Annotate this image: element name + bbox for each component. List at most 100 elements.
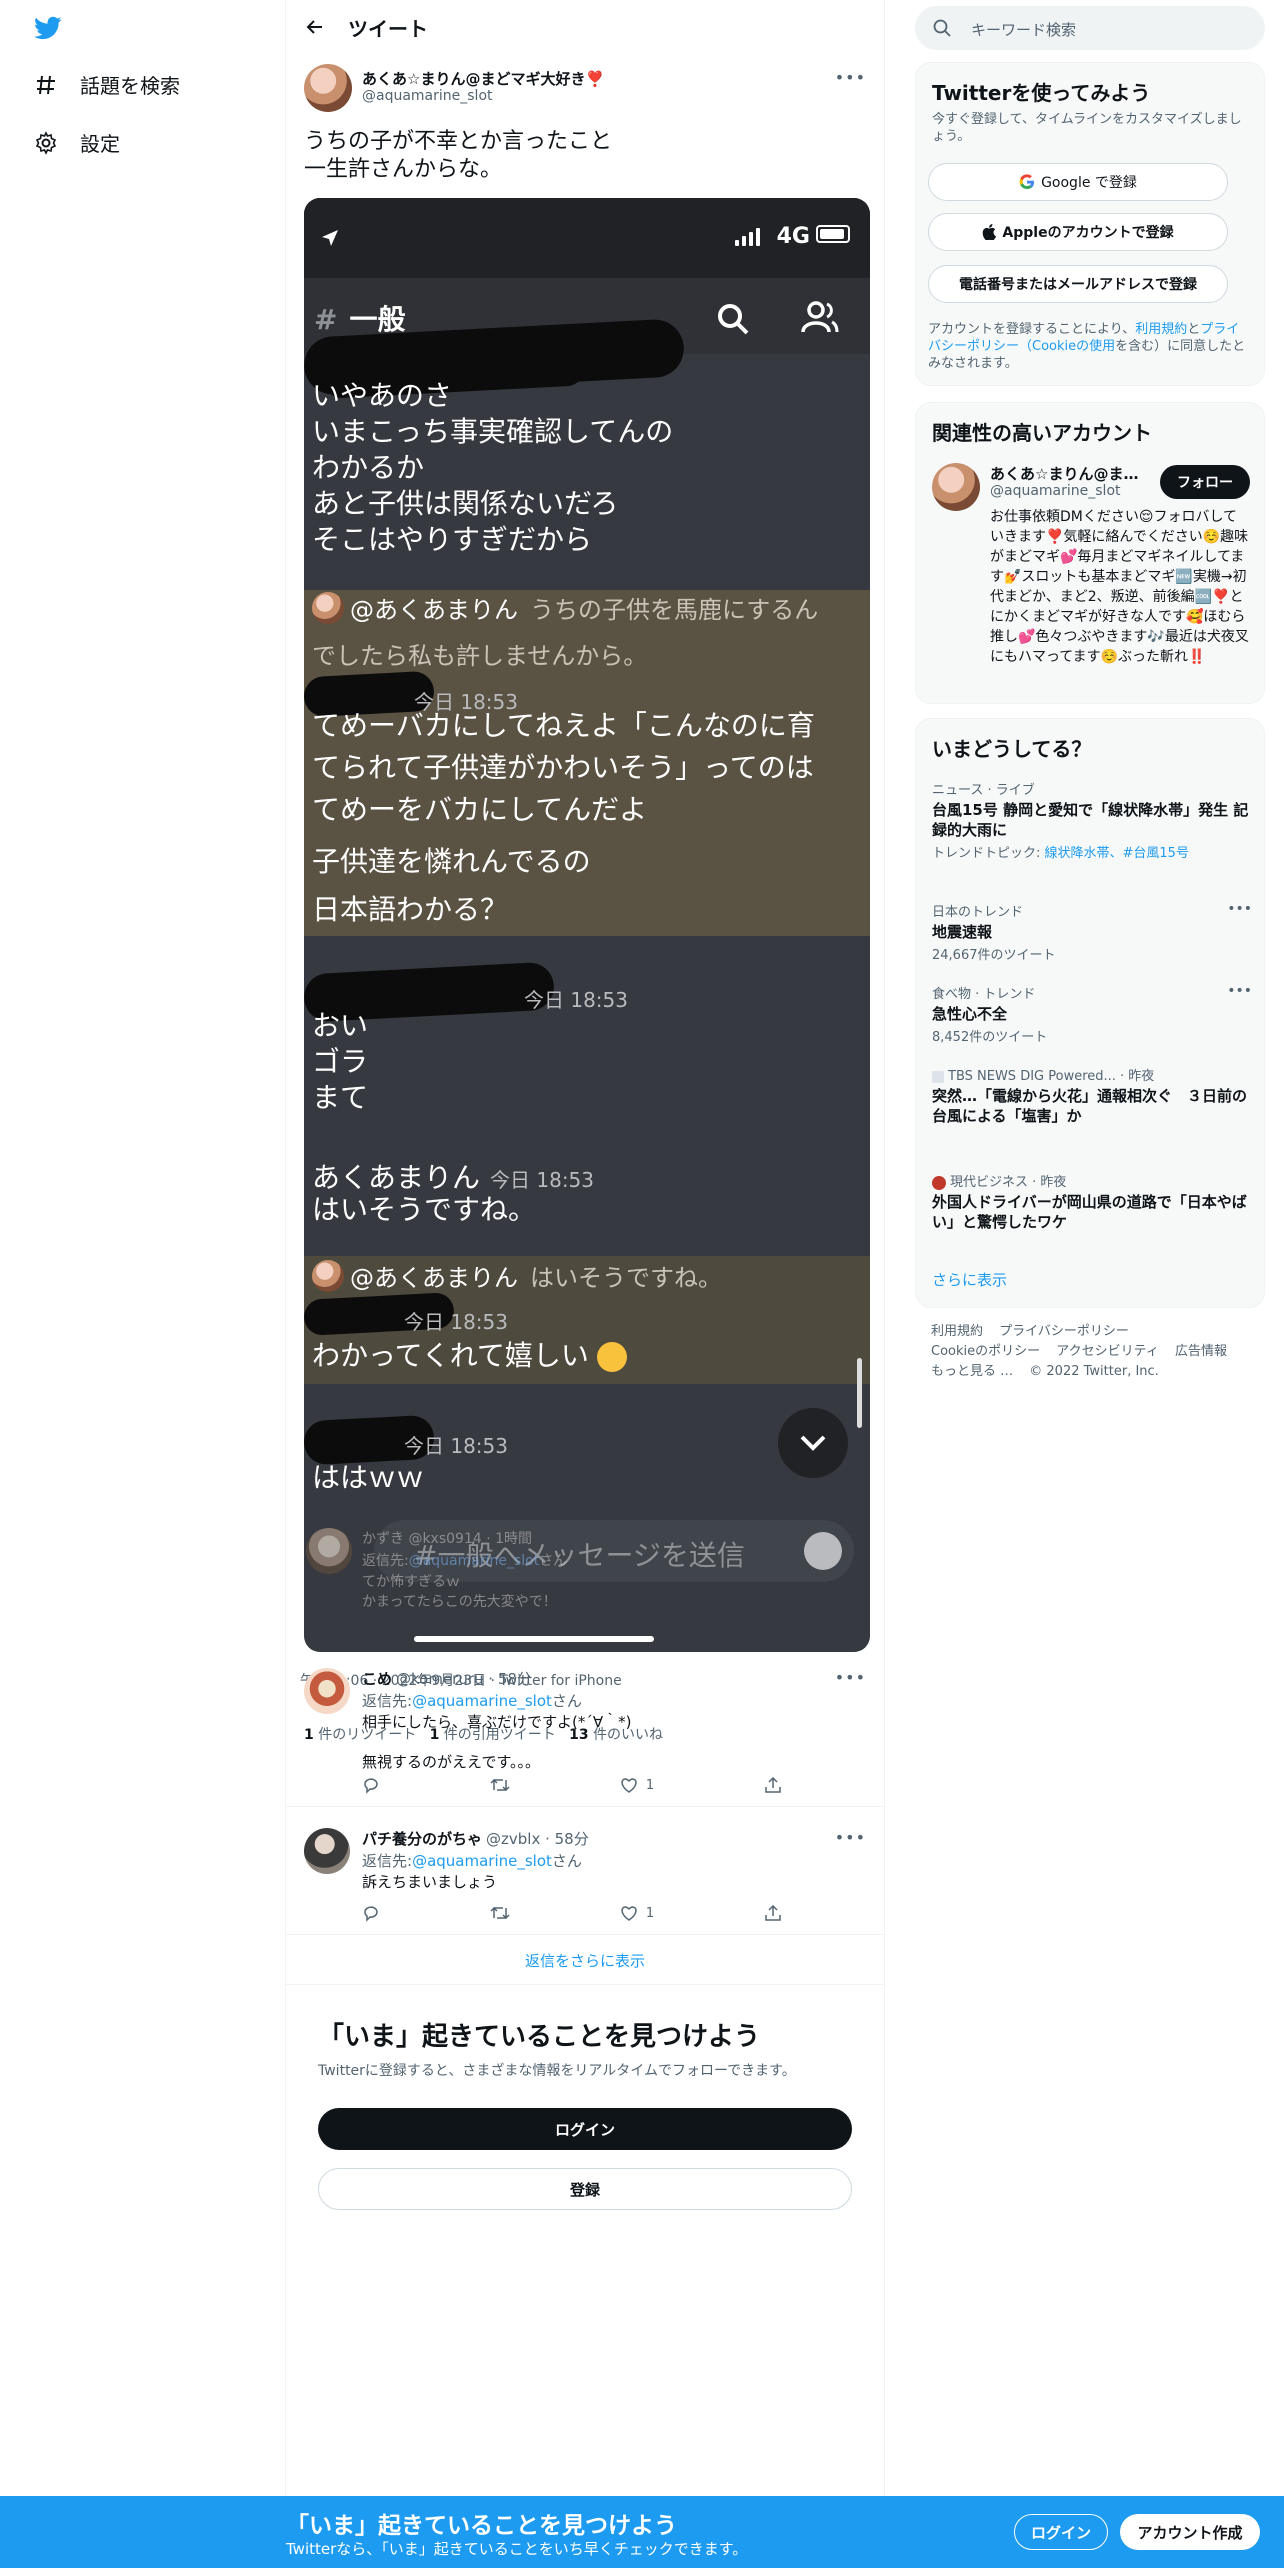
timestamp: 今日 18:53 bbox=[404, 1434, 508, 1458]
reply-to-link[interactable]: @aquamarine_slot bbox=[412, 1852, 552, 1870]
divider bbox=[286, 1934, 884, 1935]
trend-category: TBS NEWS DIG Powered... · 昨夜 bbox=[932, 1065, 1252, 1084]
footer-link[interactable]: 広告情報 bbox=[1175, 1344, 1227, 1359]
chat-line: はいそうですね。 bbox=[312, 1193, 537, 1226]
google-signup-label: Google で登録 bbox=[1041, 175, 1137, 191]
show-more-replies-link[interactable]: 返信をさらに表示 bbox=[286, 1950, 884, 1971]
terms-pre: アカウントを登録することにより、 bbox=[928, 322, 1136, 337]
reply-actions: 1 bbox=[362, 1904, 782, 1922]
google-signup-button[interactable]: Google で登録 bbox=[928, 163, 1228, 201]
terms-link[interactable]: 利用規約 bbox=[1135, 322, 1187, 337]
retweet-icon bbox=[490, 1778, 510, 1792]
author-username[interactable]: @aquamarine_slot bbox=[362, 88, 493, 104]
author-display-name[interactable]: あくあ☆まりん@まどマギ大好き❣️ bbox=[362, 68, 604, 89]
retweet-button[interactable] bbox=[490, 1904, 510, 1922]
signup-card-title: Twitterを使ってみよう bbox=[932, 81, 1151, 105]
reply-avatar[interactable] bbox=[304, 1828, 350, 1874]
apple-signup-button[interactable]: Appleのアカウントで登録 bbox=[928, 213, 1228, 251]
footer-link[interactable]: プライバシーポリシー bbox=[999, 1324, 1129, 1339]
retweet-button[interactable] bbox=[490, 1776, 510, 1794]
channel-hash-icon: # bbox=[314, 303, 338, 336]
main-column: ツイート あくあ☆まりん@まどマギ大好き❣️ @aquamarine_slot … bbox=[285, 0, 885, 2568]
back-arrow-icon[interactable] bbox=[300, 12, 330, 42]
trend-category: 現代ビジネス · 昨夜 bbox=[932, 1171, 1252, 1190]
tweet-media-image[interactable]: 4G # 一般 いやあのさ いまこっち事実確認してんの わかるか あと子供は関係な… bbox=[304, 198, 870, 1652]
discover-title: 「いま」起きていることを見つけよう bbox=[318, 2022, 761, 2052]
trend-item[interactable]: TBS NEWS DIG Powered... · 昨夜 突然…「電線から火花」… bbox=[932, 1065, 1252, 1126]
share-button[interactable] bbox=[764, 1904, 782, 1922]
reply-like-count: 1 bbox=[645, 1777, 655, 1793]
author-avatar[interactable] bbox=[304, 64, 352, 112]
bottom-signup-bar: 「いま」起きていることを見つけよう Twitterなら、「いま」起きていることを… bbox=[0, 2496, 1284, 2568]
members-icon bbox=[801, 301, 839, 333]
more-options-icon[interactable]: ••• bbox=[1227, 983, 1252, 999]
more-options-icon[interactable]: ••• bbox=[835, 1828, 866, 1847]
reply-to: 返信先:@aquamarine_slotさん bbox=[362, 1690, 582, 1711]
footer-link[interactable]: アクセシビリティ bbox=[1056, 1344, 1159, 1359]
ghost-reply-body: てか怖すぎるｗ かまってたらこの先大変やで！ bbox=[362, 1574, 557, 1610]
more-options-icon[interactable]: ••• bbox=[1227, 901, 1252, 917]
bottom-login-button[interactable]: ログイン bbox=[1014, 2514, 1108, 2550]
reply-to-link[interactable]: @aquamarine_slot bbox=[412, 1692, 552, 1710]
heart-icon bbox=[621, 1778, 637, 1793]
reply-handle: @zvblx · 58分 bbox=[486, 1830, 589, 1848]
twitter-bird-icon[interactable] bbox=[32, 14, 64, 42]
trend-item[interactable]: ニュース · ライブ 台風15号 静岡と愛知で「線状降水帯」発生 記録的大雨に … bbox=[932, 779, 1252, 861]
reply-reference: @あくあまりん はいそうですね。 bbox=[312, 1258, 722, 1293]
search-input[interactable]: キーワード検索 bbox=[971, 19, 1076, 40]
related-handle[interactable]: @aquamarine_slot bbox=[990, 483, 1121, 499]
divider bbox=[286, 1806, 884, 1807]
reply-text-line2: でしたら私も許しませんから。 bbox=[312, 642, 648, 670]
show-more-trends-link[interactable]: さらに表示 bbox=[932, 1269, 1007, 1290]
smile-emoji-icon bbox=[596, 1342, 627, 1372]
more-options-icon[interactable]: ••• bbox=[835, 68, 866, 87]
signup-card-desc: 今すぐ登録して、タイムラインをカスタマイズしましょう。 bbox=[932, 112, 1242, 144]
chat-line: あと子供は関係ないだろ bbox=[312, 487, 619, 520]
reply-button[interactable] bbox=[362, 1776, 380, 1794]
chat-line: いまこっち事実確認してんの bbox=[312, 415, 674, 448]
bottom-signup-button[interactable]: アカウント作成 bbox=[1120, 2514, 1260, 2550]
trend-item[interactable]: 食べ物 · トレンド 急性心不全 8,452件のツイート ••• bbox=[932, 983, 1252, 1045]
like-button[interactable]: 1 bbox=[620, 1904, 654, 1922]
footer-link[interactable]: もっと見る … bbox=[931, 1364, 1013, 1379]
trend-category: 日本のトレンド bbox=[932, 905, 1024, 920]
related-name[interactable]: あくあ☆まりん@まどマギ大好き❣️ bbox=[990, 463, 1150, 484]
trends-card: いまどうしてる？ ニュース · ライブ 台風15号 静岡と愛知で「線状降水帯」発… bbox=[915, 718, 1265, 1308]
footer-link[interactable]: 利用規約 bbox=[931, 1324, 983, 1339]
trend-note: トレンドトピック: 線状降水帯、#台風15号 bbox=[932, 842, 1252, 861]
reply-icon bbox=[364, 1778, 378, 1794]
reply-like-count: 1 bbox=[645, 1905, 655, 1921]
more-options-icon[interactable]: ••• bbox=[835, 1668, 866, 1687]
chat-line: いやあのさ bbox=[312, 379, 453, 412]
home-indicator bbox=[414, 1636, 654, 1642]
related-avatar[interactable] bbox=[932, 463, 980, 511]
reply-icon bbox=[364, 1906, 378, 1922]
reply-avatar[interactable] bbox=[304, 1668, 350, 1714]
trend-item[interactable]: 現代ビジネス · 昨夜 外国人ドライバーが岡山県の道路で「日本やばい」と驚愕した… bbox=[932, 1171, 1252, 1232]
chat-line: 子供達を憐れんでるの bbox=[312, 845, 591, 878]
share-button[interactable] bbox=[764, 1776, 782, 1794]
trend-note-link[interactable]: 線状降水帯、#台風15号 bbox=[1045, 846, 1189, 861]
reply-actions: 1 bbox=[362, 1776, 782, 1794]
chat-line: てられて子供達がかわいそう」ってのは bbox=[312, 751, 814, 784]
timestamp: 今日 18:53 bbox=[524, 988, 628, 1012]
reply-button[interactable] bbox=[362, 1904, 380, 1922]
location-arrow-icon bbox=[322, 230, 338, 246]
like-button[interactable]: 1 bbox=[620, 1776, 654, 1794]
search-bar[interactable]: キーワード検索 bbox=[915, 6, 1265, 50]
share-icon bbox=[765, 1904, 781, 1921]
battery-icon bbox=[816, 225, 850, 243]
signup-button[interactable]: 登録 bbox=[318, 2168, 852, 2210]
nav-explore[interactable]: 話題を検索 bbox=[32, 70, 180, 99]
footer-link[interactable]: Cookieのポリシー bbox=[931, 1344, 1040, 1359]
follow-button[interactable]: フォロー bbox=[1160, 465, 1250, 499]
reply-author[interactable]: こめ @komeruru · 58分 bbox=[362, 1668, 532, 1689]
reply-author[interactable]: パチ養分のがちゃ @zvblx · 58分 bbox=[362, 1828, 589, 1849]
nav-settings[interactable]: 設定 bbox=[32, 128, 120, 157]
trend-category: ニュース · ライブ bbox=[932, 783, 1035, 798]
login-button[interactable]: ログイン bbox=[318, 2108, 852, 2150]
trend-item[interactable]: 日本のトレンド 地震速報 24,667件のツイート ••• bbox=[932, 901, 1252, 963]
ghost-avatar bbox=[306, 1528, 352, 1574]
timestamp: 今日 18:53 bbox=[404, 1310, 508, 1334]
phone-email-signup-button[interactable]: 電話番号またはメールアドレスで登録 bbox=[928, 265, 1228, 303]
